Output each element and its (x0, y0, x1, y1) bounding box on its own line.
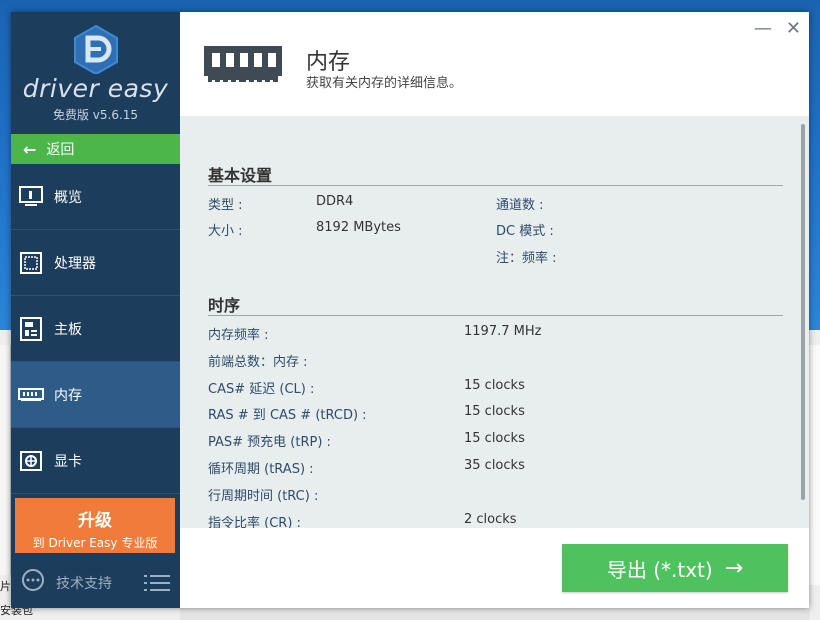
divider (208, 315, 783, 316)
sidebar-item-label: 显卡 (54, 453, 82, 470)
driver-easy-window: driver easy 免费版 v5.6.15 ← 返回 概览 处理器 主板 内… (11, 12, 809, 608)
window-controls: — ✕ (754, 18, 801, 39)
graphics-card-icon (18, 448, 44, 474)
field-value: 35 clocks (464, 458, 525, 473)
background-window-strip (0, 345, 11, 575)
scrollbar[interactable] (801, 124, 805, 500)
page-subtitle: 获取有关内存的详细信息。 (306, 76, 463, 91)
field-value: 15 clocks (464, 404, 525, 419)
main-panel: 内存 获取有关内存的详细信息。 — ✕ 基本设置 类型 : DDR4 大小 : … (180, 12, 809, 608)
field-label: DC 模式 : (496, 224, 554, 239)
sidebar-item-label: 主板 (54, 321, 82, 338)
cpu-icon (18, 250, 44, 276)
field-value: 8192 MBytes (316, 220, 401, 235)
arrow-right-icon: → (724, 555, 744, 581)
page-header: 内存 获取有关内存的详细信息。 — ✕ (180, 12, 809, 116)
field-label: 类型 : (208, 198, 243, 213)
footer: 导出 (*.txt) → (180, 528, 809, 608)
back-button[interactable]: ← 返回 (11, 134, 180, 164)
logo-area: driver easy 免费版 v5.6.15 (11, 12, 180, 134)
field-label: 循环周期 (tRAS) : (208, 462, 314, 477)
field-label: PAS# 预充电 (tRP) : (208, 435, 331, 450)
field-label: 行周期时间 (tRC) : (208, 489, 319, 504)
tech-support-button[interactable]: 技术支持 (11, 565, 180, 601)
field-label: 大小 : (208, 224, 243, 239)
version-label: 免费版 v5.6.15 (52, 108, 139, 122)
field-label: 指令比率 (CR) : (208, 516, 301, 528)
sidebar-item-memory[interactable]: 内存 (11, 362, 180, 428)
section-title-timing: 时序 (208, 296, 241, 315)
field-value: 2 clocks (464, 512, 517, 527)
export-button[interactable]: 导出 (*.txt) → (562, 544, 788, 592)
logo-text: driver easy (22, 74, 169, 103)
tech-support-label: 技术支持 (56, 576, 112, 592)
export-label: 导出 (*.txt) (606, 557, 713, 582)
field-value: 1197.7 MHz (464, 324, 542, 339)
minimize-icon[interactable]: — (754, 18, 772, 39)
motherboard-icon (18, 316, 44, 342)
memory-icon (18, 382, 44, 408)
sidebar-item-overview[interactable]: 概览 (11, 164, 180, 230)
upgrade-button[interactable]: 升级 到 Driver Easy 专业版 (15, 498, 175, 553)
driver-easy-logo-icon (71, 24, 121, 76)
field-label: CAS# 延迟 (CL) : (208, 382, 315, 397)
arrow-left-icon: ← (23, 139, 37, 159)
back-label: 返回 (46, 142, 75, 158)
field-value: 15 clocks (464, 378, 525, 393)
divider (208, 185, 783, 186)
field-label: 通道数 : (496, 198, 544, 213)
upgrade-subtitle: 到 Driver Easy 专业版 (32, 536, 158, 550)
background-strip (180, 608, 810, 620)
sidebar-item-motherboard[interactable]: 主板 (11, 296, 180, 362)
memory-icon (202, 42, 284, 90)
field-label: 内存频率 : (208, 328, 269, 343)
field-label: 前端总数：内存 : (208, 355, 308, 370)
chat-icon (20, 569, 46, 597)
field-label: RAS # 到 CAS # (tRCD) : (208, 408, 367, 423)
monitor-icon (18, 184, 44, 210)
background-window-edge (808, 345, 820, 585)
sidebar: driver easy 免费版 v5.6.15 ← 返回 概览 处理器 主板 内… (11, 12, 180, 608)
sidebar-item-processor[interactable]: 处理器 (11, 230, 180, 296)
desktop-text: 片 (0, 580, 11, 593)
sidebar-item-graphics[interactable]: 显卡 (11, 428, 180, 494)
sidebar-item-label: 内存 (54, 387, 82, 404)
field-value: DDR4 (316, 194, 354, 209)
sidebar-item-label: 处理器 (54, 255, 96, 272)
memory-details-panel: 基本设置 类型 : DDR4 大小 : 8192 MBytes 通道数 : DC… (180, 116, 809, 528)
field-value: 15 clocks (464, 431, 525, 446)
upgrade-title: 升级 (78, 511, 112, 531)
hamburger-menu-icon[interactable] (144, 573, 170, 597)
section-title-basic: 基本设置 (208, 166, 273, 185)
close-icon[interactable]: ✕ (786, 18, 801, 39)
field-label: 注：频率 : (496, 251, 557, 266)
sidebar-item-label: 概览 (54, 189, 82, 206)
